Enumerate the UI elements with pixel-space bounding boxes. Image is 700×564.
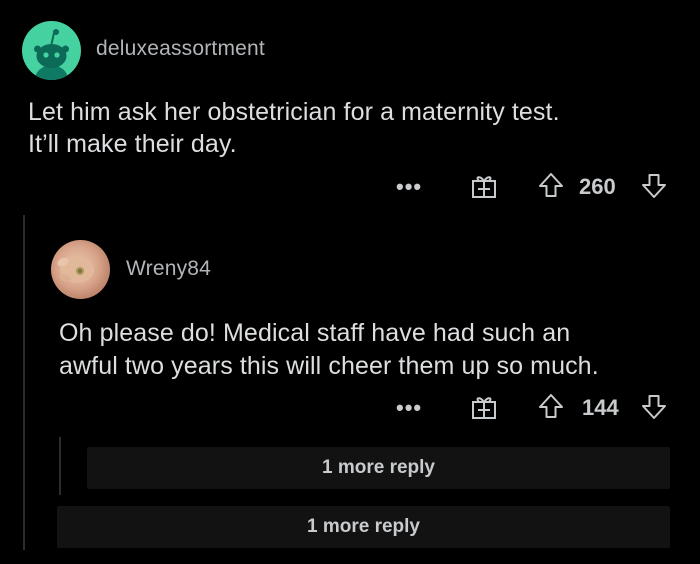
award-gift-icon[interactable]: [470, 172, 498, 200]
more-replies-button[interactable]: 1 more reply: [57, 506, 670, 548]
snoo-avatar-icon: [34, 29, 69, 80]
more-options-button[interactable]: •••: [396, 176, 422, 198]
avatar[interactable]: [51, 240, 110, 299]
comment-username[interactable]: Wreny84: [126, 257, 211, 281]
comment-body-line: It’ll make their day.: [28, 130, 237, 158]
vote-score: 260: [579, 174, 616, 199]
comment-body-line: Let him ask her obstetrician for a mater…: [28, 98, 560, 126]
hand-photo-icon: [57, 257, 94, 283]
downvote-arrow-icon[interactable]: [640, 393, 668, 421]
thread-line[interactable]: [23, 215, 25, 550]
more-replies-label: 1 more reply: [307, 516, 420, 537]
avatar[interactable]: [22, 21, 81, 80]
downvote-arrow-icon[interactable]: [640, 172, 668, 200]
more-options-button[interactable]: •••: [396, 397, 422, 419]
vote-score: 144: [582, 395, 619, 420]
comment-body-line: awful two years this will cheer them up …: [59, 352, 599, 380]
more-replies-button[interactable]: 1 more reply: [87, 447, 670, 489]
comment-body-line: Oh please do! Medical staff have had suc…: [59, 319, 571, 347]
award-gift-icon[interactable]: [470, 393, 498, 421]
upvote-arrow-icon[interactable]: [537, 171, 565, 199]
more-replies-label: 1 more reply: [322, 457, 435, 478]
comment-username[interactable]: deluxeassortment: [96, 37, 265, 61]
upvote-arrow-icon[interactable]: [537, 392, 565, 420]
thread-line-nested[interactable]: [59, 437, 61, 495]
